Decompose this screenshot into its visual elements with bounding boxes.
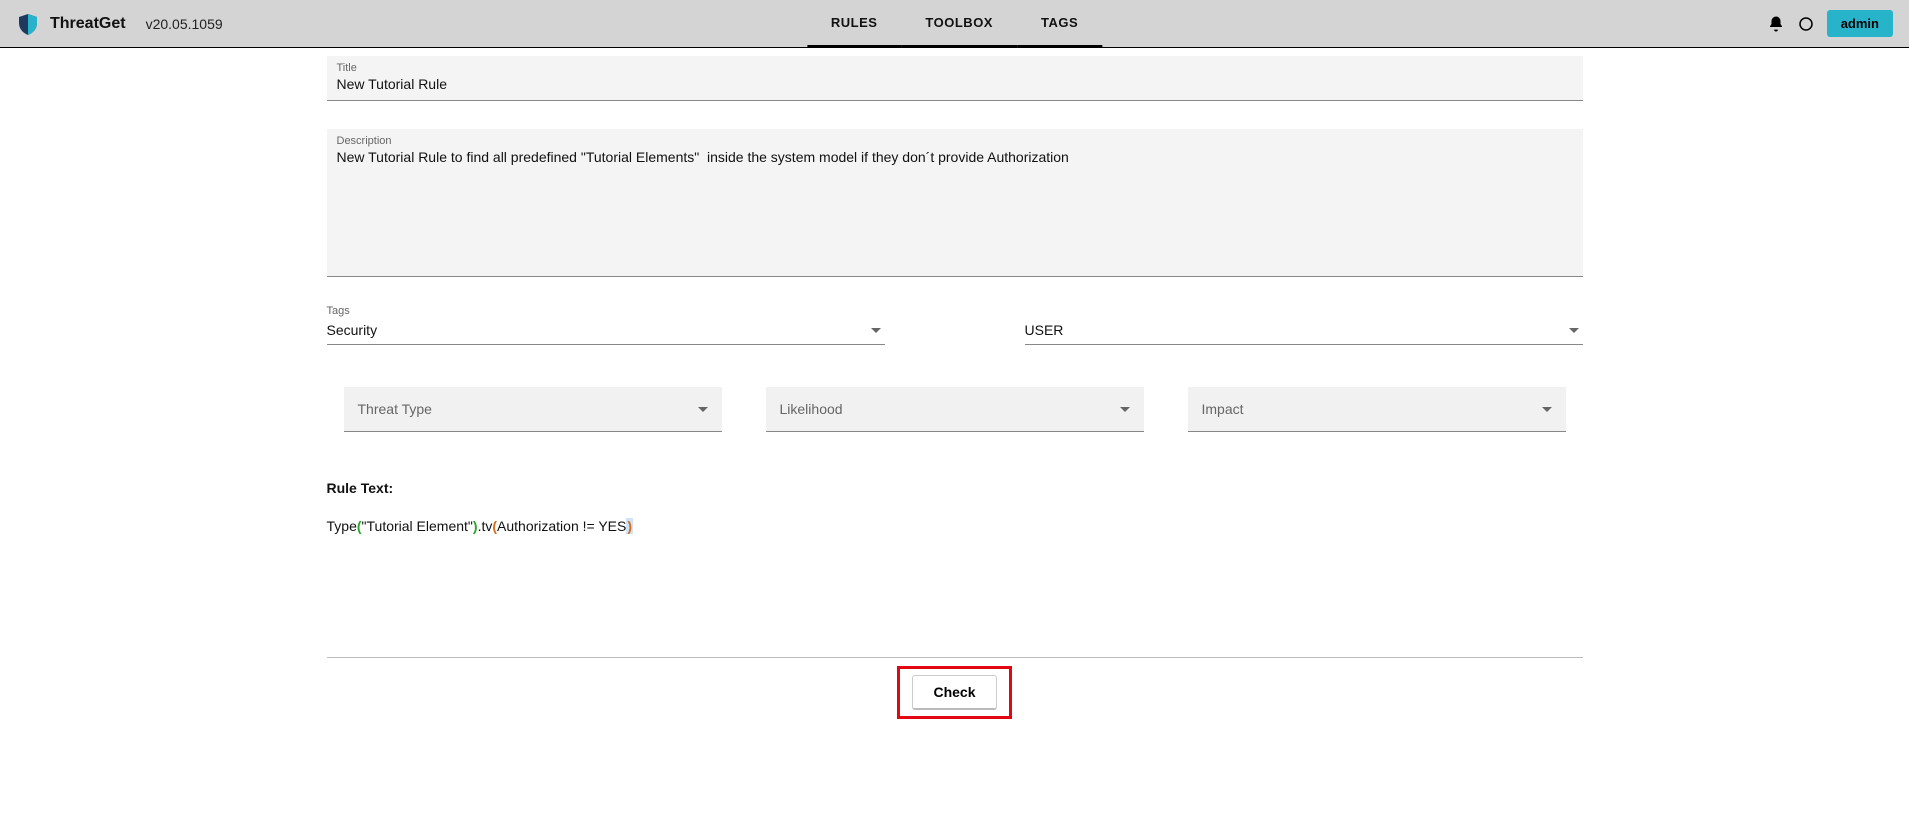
status-circle-icon[interactable] [1797, 15, 1815, 33]
nav-tabs: RULES TOOLBOX TAGS [807, 0, 1102, 47]
chevron-down-icon [698, 407, 708, 412]
app-title: ThreatGet [50, 15, 126, 33]
user-select-value: USER [1025, 322, 1064, 338]
nav-tab-tags[interactable]: TAGS [1017, 0, 1102, 47]
app-logo-icon [16, 12, 40, 36]
user-select-field: USER [1025, 305, 1583, 345]
impact-select[interactable]: Impact [1188, 387, 1566, 432]
threat-type-select[interactable]: Threat Type [344, 387, 722, 432]
title-label: Title [337, 62, 1573, 74]
user-select-label-spacer [1025, 305, 1583, 317]
rule-token: Authorization != YES [497, 518, 626, 534]
title-input[interactable] [337, 76, 1573, 92]
main-content: Title Description Tags Security USER Thr… [325, 56, 1585, 759]
app-version: v20.05.1059 [146, 16, 223, 32]
chevron-down-icon [1569, 328, 1579, 333]
rule-text-editor[interactable]: Type("Tutorial Element").tv(Authorizatio… [327, 518, 1583, 658]
check-button-wrap: Check [327, 666, 1583, 759]
rule-token: .tv [478, 518, 493, 534]
app-header: ThreatGet v20.05.1059 RULES TOOLBOX TAGS… [0, 0, 1909, 48]
nav-tab-toolbox[interactable]: TOOLBOX [901, 0, 1017, 47]
rule-text-label: Rule Text: [327, 480, 1583, 496]
rule-token: "Tutorial Element" [362, 518, 473, 534]
classification-row: Threat Type Likelihood Impact [327, 387, 1583, 432]
likelihood-select[interactable]: Likelihood [766, 387, 1144, 432]
chevron-down-icon [1542, 407, 1552, 412]
description-field[interactable]: Description [327, 129, 1583, 277]
impact-placeholder: Impact [1202, 401, 1244, 417]
tags-select-value: Security [327, 322, 378, 338]
tags-row: Tags Security USER [327, 305, 1583, 345]
likelihood-placeholder: Likelihood [780, 401, 843, 417]
title-field[interactable]: Title [327, 56, 1583, 101]
nav-tab-rules[interactable]: RULES [807, 0, 902, 47]
tags-field: Tags Security [327, 305, 885, 345]
description-input[interactable] [337, 149, 1573, 245]
notifications-icon[interactable] [1767, 15, 1785, 33]
user-select[interactable]: USER [1025, 320, 1583, 345]
description-label: Description [337, 135, 1573, 147]
header-right: admin [1767, 10, 1893, 37]
tags-select[interactable]: Security [327, 320, 885, 345]
check-button-highlight: Check [897, 666, 1011, 719]
user-chip[interactable]: admin [1827, 10, 1893, 37]
check-button[interactable]: Check [912, 675, 996, 710]
chevron-down-icon [1120, 407, 1130, 412]
threat-type-placeholder: Threat Type [358, 401, 432, 417]
tags-label: Tags [327, 305, 885, 317]
chevron-down-icon [871, 328, 881, 333]
rule-token: Type [327, 518, 357, 534]
rule-token: ) [626, 518, 633, 534]
